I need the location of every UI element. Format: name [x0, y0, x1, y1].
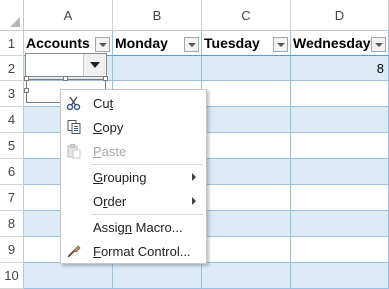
- cell-c6[interactable]: [202, 159, 291, 185]
- menu-item-assign-macro[interactable]: Assign Macro...: [61, 215, 206, 239]
- cell-c3[interactable]: [202, 81, 291, 107]
- table-header-tuesday[interactable]: Tuesday: [202, 31, 291, 56]
- context-menu: Cut Copy Paste Grouping Order Assign Mac…: [60, 89, 207, 264]
- resize-handle[interactable]: [63, 76, 68, 81]
- row-header-3[interactable]: 3: [0, 81, 24, 107]
- resize-handle[interactable]: [24, 88, 29, 93]
- menu-item-label: Cut: [93, 95, 114, 111]
- cell-d5[interactable]: [291, 133, 389, 159]
- resize-handle[interactable]: [103, 76, 108, 81]
- select-all-corner[interactable]: [0, 0, 24, 31]
- row-header-4[interactable]: 4: [0, 107, 24, 133]
- cell-d3[interactable]: [291, 81, 389, 107]
- combo-box-control[interactable]: [25, 53, 107, 77]
- row-header-9[interactable]: 9: [0, 237, 24, 263]
- paste-icon: [67, 144, 81, 159]
- column-header-c[interactable]: C: [202, 0, 291, 31]
- header-label: Wednesday: [293, 35, 371, 51]
- cell-d7[interactable]: [291, 185, 389, 211]
- menu-item-label: Copy: [93, 119, 124, 135]
- cell-d9[interactable]: [291, 237, 389, 263]
- menu-item-copy[interactable]: Copy: [61, 115, 206, 139]
- copy-icon: [67, 120, 81, 134]
- column-header-b[interactable]: B: [113, 0, 202, 31]
- menu-item-paste[interactable]: Paste: [61, 139, 206, 163]
- cell-b2[interactable]: [113, 56, 202, 81]
- cell-b10[interactable]: [113, 263, 202, 289]
- table-header-wednesday[interactable]: Wednesday: [291, 31, 389, 56]
- submenu-arrow-icon: [192, 197, 196, 205]
- filter-dropdown-icon[interactable]: [273, 37, 288, 52]
- chevron-down-icon[interactable]: [83, 54, 106, 76]
- cell-a10[interactable]: [24, 263, 113, 289]
- row-header-10[interactable]: 10: [0, 263, 24, 289]
- cell-c7[interactable]: [202, 185, 291, 211]
- format-control-icon: [67, 245, 81, 258]
- menu-item-label: Grouping: [93, 169, 147, 185]
- column-header-a[interactable]: A: [24, 0, 113, 31]
- resize-handle[interactable]: [24, 76, 29, 81]
- cell-c2[interactable]: [202, 56, 291, 81]
- cell-c10[interactable]: [202, 263, 291, 289]
- row-header-1[interactable]: 1: [0, 31, 24, 56]
- cell-d2[interactable]: 8: [291, 56, 389, 81]
- menu-item-label: Paste: [93, 143, 127, 159]
- table-header-monday[interactable]: Monday: [113, 31, 202, 56]
- menu-item-grouping[interactable]: Grouping: [61, 165, 206, 189]
- filter-dropdown-icon[interactable]: [184, 37, 199, 52]
- cell-d8[interactable]: [291, 211, 389, 237]
- row-header-7[interactable]: 7: [0, 185, 24, 211]
- row-header-5[interactable]: 5: [0, 133, 24, 159]
- cell-c4[interactable]: [202, 107, 291, 133]
- row-header-8[interactable]: 8: [0, 211, 24, 237]
- cell-c9[interactable]: [202, 237, 291, 263]
- menu-item-order[interactable]: Order: [61, 189, 206, 213]
- cell-c5[interactable]: [202, 133, 291, 159]
- scissors-icon: [66, 96, 81, 111]
- menu-item-label: Assign Macro...: [93, 219, 183, 235]
- row-header-6[interactable]: 6: [0, 159, 24, 185]
- menu-item-label: Order: [93, 193, 127, 209]
- menu-item-format-control[interactable]: Format Control...: [61, 239, 206, 263]
- cell-d10[interactable]: [291, 263, 389, 289]
- cell-d6[interactable]: [291, 159, 389, 185]
- filter-dropdown-icon[interactable]: [371, 37, 386, 52]
- cell-d4[interactable]: [291, 107, 389, 133]
- filter-dropdown-icon[interactable]: [95, 37, 110, 52]
- header-label: Tuesday: [204, 35, 260, 51]
- row-header-2[interactable]: 2: [0, 56, 24, 81]
- menu-item-label: Format Control...: [93, 243, 191, 259]
- header-label: Accounts: [26, 35, 90, 51]
- column-header-d[interactable]: D: [291, 0, 389, 31]
- submenu-arrow-icon: [192, 173, 196, 181]
- cell-c8[interactable]: [202, 211, 291, 237]
- header-label: Monday: [115, 35, 168, 51]
- menu-item-cut[interactable]: Cut: [61, 91, 206, 115]
